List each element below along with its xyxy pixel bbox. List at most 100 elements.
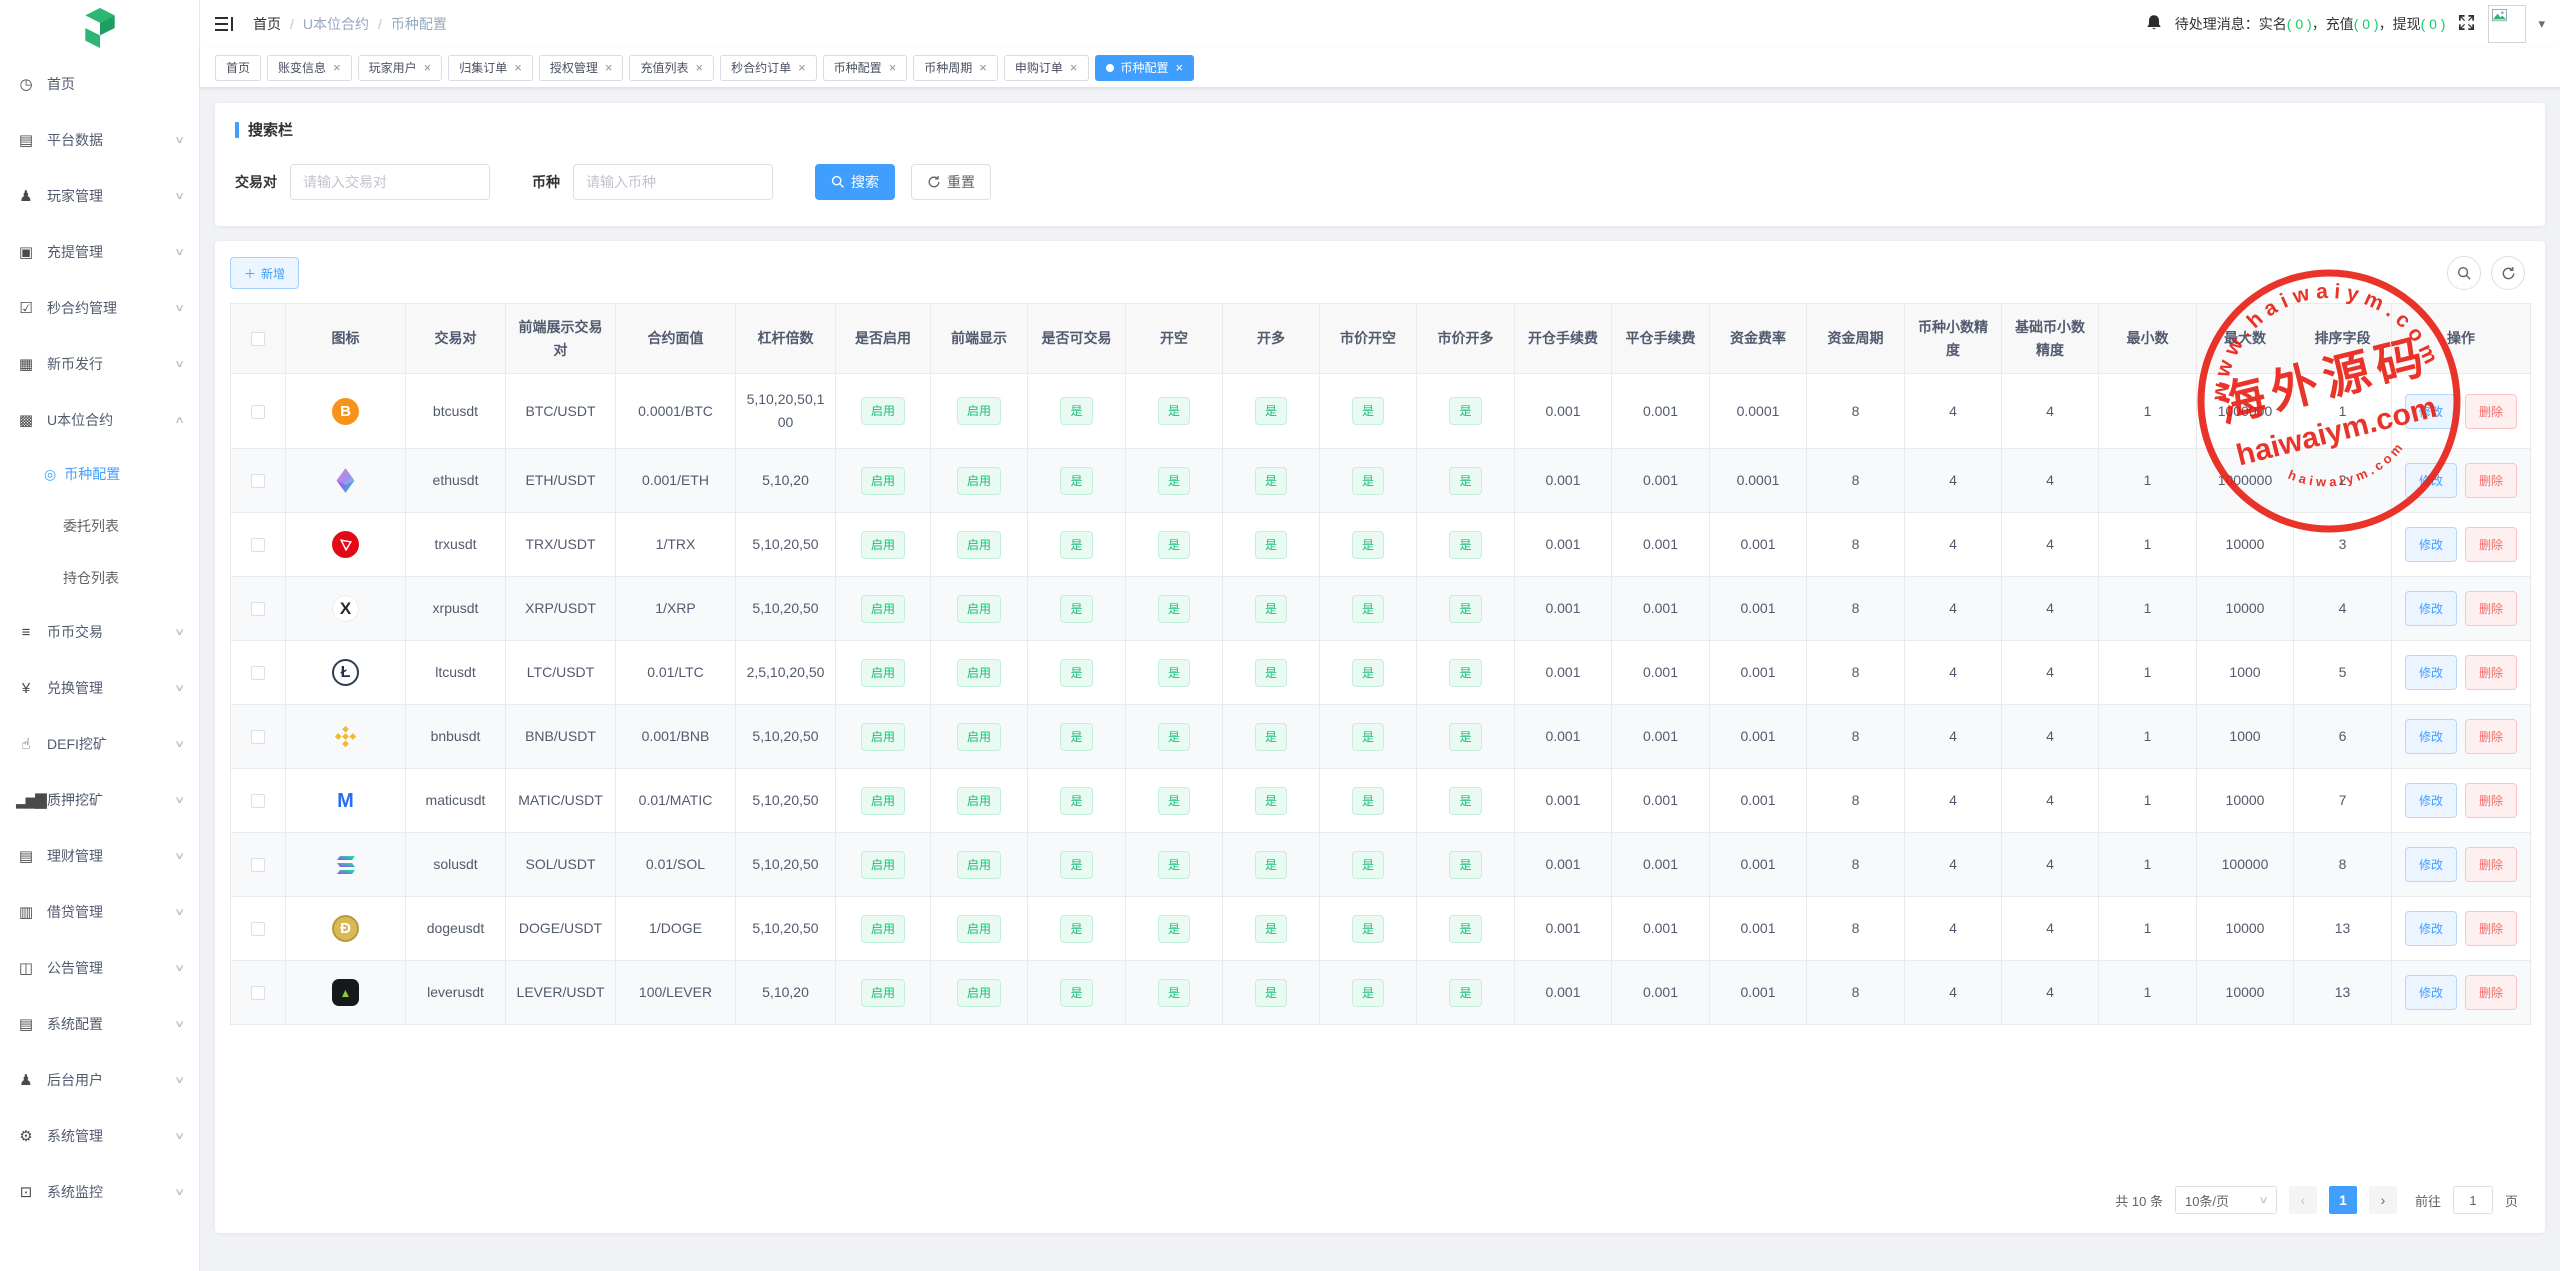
sidebar-item-system-manage[interactable]: ⚙系统管理∨ [0, 1108, 199, 1164]
status-tag-tradable[interactable]: 是 [1060, 851, 1092, 879]
delete-button[interactable]: 删除 [2465, 783, 2517, 818]
status-tag-market_open_long[interactable]: 是 [1449, 979, 1481, 1007]
sidebar-item-defi-mining[interactable]: ☝DEFI挖矿∨ [0, 716, 199, 772]
status-tag-open_long[interactable]: 是 [1255, 915, 1287, 943]
goto-page-input[interactable] [2453, 1186, 2493, 1214]
sidebar-subitem-position-list[interactable]: 持仓列表 [0, 552, 199, 604]
sidebar-item-exchange-manage[interactable]: ¥兑换管理∨ [0, 660, 199, 716]
close-icon[interactable]: × [695, 61, 703, 74]
status-tag-enabled[interactable]: 启用 [861, 595, 905, 623]
edit-button[interactable]: 修改 [2405, 719, 2457, 754]
row-checkbox[interactable] [251, 538, 265, 552]
status-tag-market_open_short[interactable]: 是 [1352, 659, 1384, 687]
delete-button[interactable]: 删除 [2465, 591, 2517, 626]
status-tag-market_open_long[interactable]: 是 [1449, 397, 1481, 425]
tab-coin-config[interactable]: 币种配置× [823, 55, 908, 81]
refresh-table-button[interactable] [2491, 256, 2525, 290]
status-tag-tradable[interactable]: 是 [1060, 595, 1092, 623]
status-tag-open_long[interactable]: 是 [1255, 467, 1287, 495]
status-tag-front_display[interactable]: 启用 [957, 787, 1001, 815]
status-tag-tradable[interactable]: 是 [1060, 531, 1092, 559]
prev-page-button[interactable]: ‹ [2289, 1186, 2317, 1214]
status-tag-market_open_long[interactable]: 是 [1449, 531, 1481, 559]
status-tag-market_open_short[interactable]: 是 [1352, 915, 1384, 943]
delete-button[interactable]: 删除 [2465, 911, 2517, 946]
close-icon[interactable]: × [333, 61, 341, 74]
status-tag-market_open_long[interactable]: 是 [1449, 467, 1481, 495]
status-tag-enabled[interactable]: 启用 [861, 397, 905, 425]
delete-button[interactable]: 删除 [2465, 394, 2517, 429]
close-icon[interactable]: × [605, 61, 613, 74]
status-tag-open_long[interactable]: 是 [1255, 531, 1287, 559]
delete-button[interactable]: 删除 [2465, 975, 2517, 1010]
coin-input[interactable] [573, 164, 773, 200]
status-tag-enabled[interactable]: 启用 [861, 787, 905, 815]
status-tag-front_display[interactable]: 启用 [957, 659, 1001, 687]
close-icon[interactable]: × [424, 61, 432, 74]
edit-button[interactable]: 修改 [2405, 463, 2457, 498]
tab-coin-period[interactable]: 币种周期× [913, 55, 998, 81]
row-checkbox[interactable] [251, 405, 265, 419]
status-tag-enabled[interactable]: 启用 [861, 723, 905, 751]
status-tag-open_long[interactable]: 是 [1255, 397, 1287, 425]
status-tag-enabled[interactable]: 启用 [861, 467, 905, 495]
sidebar-item-new-coin[interactable]: ▦新币发行∨ [0, 336, 199, 392]
status-tag-enabled[interactable]: 启用 [861, 979, 905, 1007]
sidebar-item-admin-users[interactable]: ♟后台用户∨ [0, 1052, 199, 1108]
status-tag-open_short[interactable]: 是 [1158, 531, 1190, 559]
status-tag-open_short[interactable]: 是 [1158, 595, 1190, 623]
user-avatar[interactable] [2488, 5, 2526, 43]
tab-auth-manage[interactable]: 授权管理× [539, 55, 624, 81]
status-tag-open_long[interactable]: 是 [1255, 723, 1287, 751]
status-tag-enabled[interactable]: 启用 [861, 851, 905, 879]
status-tag-open_long[interactable]: 是 [1255, 851, 1287, 879]
fullscreen-icon[interactable] [2457, 13, 2476, 35]
tab-collection-orders[interactable]: 归集订单× [448, 55, 533, 81]
sidebar-item-deposit-withdraw[interactable]: ▣充提管理∨ [0, 224, 199, 280]
status-tag-tradable[interactable]: 是 [1060, 787, 1092, 815]
status-tag-open_short[interactable]: 是 [1158, 979, 1190, 1007]
status-tag-open_short[interactable]: 是 [1158, 787, 1190, 815]
status-tag-open_short[interactable]: 是 [1158, 659, 1190, 687]
status-tag-market_open_short[interactable]: 是 [1352, 851, 1384, 879]
sidebar-item-usdt-contract[interactable]: ▩U本位合约∧ [0, 392, 199, 448]
breadcrumb-item-usdt-contract[interactable]: U本位合约 [303, 14, 369, 34]
close-icon[interactable]: × [979, 61, 987, 74]
tab-subscribe-orders[interactable]: 申购订单× [1004, 55, 1089, 81]
delete-button[interactable]: 删除 [2465, 719, 2517, 754]
breadcrumb-item-home[interactable]: 首页 [253, 14, 281, 34]
sidebar-fold-icon[interactable] [215, 16, 235, 33]
status-tag-open_short[interactable]: 是 [1158, 723, 1190, 751]
sidebar-subitem-entrust-list[interactable]: 委托列表 [0, 500, 199, 552]
status-tag-tradable[interactable]: 是 [1060, 659, 1092, 687]
status-tag-market_open_short[interactable]: 是 [1352, 979, 1384, 1007]
delete-button[interactable]: 删除 [2465, 463, 2517, 498]
edit-button[interactable]: 修改 [2405, 394, 2457, 429]
status-tag-open_short[interactable]: 是 [1158, 851, 1190, 879]
row-checkbox[interactable] [251, 602, 265, 616]
close-icon[interactable]: × [1070, 61, 1078, 74]
status-tag-front_display[interactable]: 启用 [957, 595, 1001, 623]
edit-button[interactable]: 修改 [2405, 655, 2457, 690]
sidebar-item-spot-trade[interactable]: ≡币币交易∨ [0, 604, 199, 660]
status-tag-tradable[interactable]: 是 [1060, 979, 1092, 1007]
status-tag-market_open_long[interactable]: 是 [1449, 723, 1481, 751]
status-tag-front_display[interactable]: 启用 [957, 915, 1001, 943]
status-tag-market_open_long[interactable]: 是 [1449, 659, 1481, 687]
edit-button[interactable]: 修改 [2405, 591, 2457, 626]
tab-account-changes[interactable]: 账变信息× [267, 55, 352, 81]
status-tag-front_display[interactable]: 启用 [957, 851, 1001, 879]
status-tag-market_open_short[interactable]: 是 [1352, 595, 1384, 623]
status-tag-open_short[interactable]: 是 [1158, 467, 1190, 495]
close-icon[interactable]: × [514, 61, 522, 74]
sidebar-item-staking-mining[interactable]: ▂▅▇质押挖矿∨ [0, 772, 199, 828]
bell-icon[interactable] [2145, 13, 2163, 35]
edit-button[interactable]: 修改 [2405, 911, 2457, 946]
status-tag-open_long[interactable]: 是 [1255, 787, 1287, 815]
current-page-button[interactable]: 1 [2329, 1186, 2357, 1214]
status-tag-enabled[interactable]: 启用 [861, 531, 905, 559]
status-tag-enabled[interactable]: 启用 [861, 915, 905, 943]
status-tag-market_open_long[interactable]: 是 [1449, 595, 1481, 623]
status-tag-tradable[interactable]: 是 [1060, 723, 1092, 751]
delete-button[interactable]: 删除 [2465, 527, 2517, 562]
